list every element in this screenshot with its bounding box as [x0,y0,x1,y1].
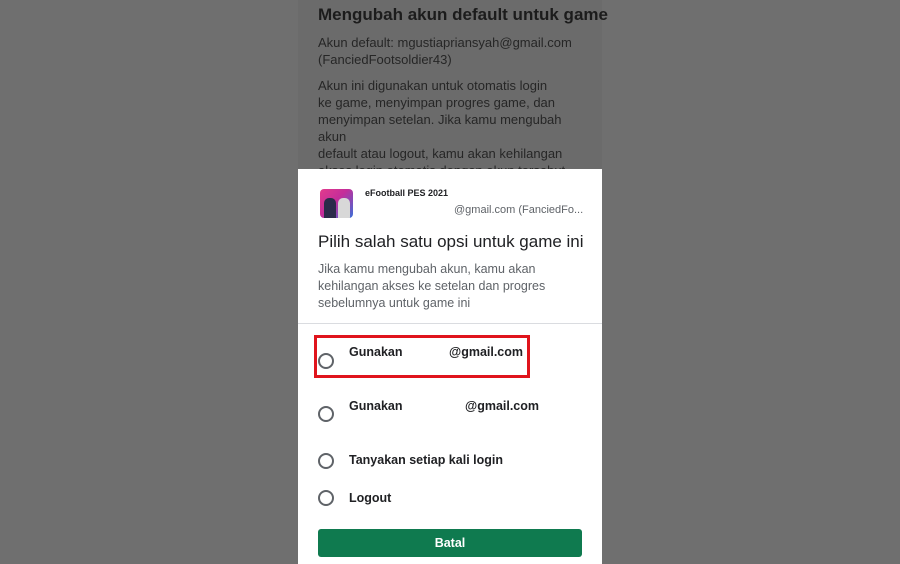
option-label: Logout [349,491,392,505]
option-label: Tanyakan setiap kali login [349,453,503,467]
cancel-button[interactable]: Batal [318,529,582,557]
app-account: @gmail.com (FanciedFo... [454,204,584,216]
dialog-description: Jika kamu mengubah akun, kamu akan kehil… [318,262,546,310]
background-title: Mengubah akun default untuk game [318,5,608,24]
background-description: Akun ini digunakan untuk otomatis login … [318,78,565,169]
option-ask-every-login[interactable]: Tanyakan setiap kali login [314,451,584,481]
option-email: @gmail.com [465,399,540,413]
radio-button-icon[interactable] [318,490,334,506]
option-logout[interactable]: Logout [314,489,584,519]
radio-button-icon[interactable] [318,453,334,469]
app-icon [320,189,353,218]
highlight-annotation-box [314,335,530,378]
option-use-account-2[interactable]: Gunakan @gmail.com [314,398,584,428]
divider [298,323,602,324]
account-choice-dialog: eFootball PES 2021 @gmail.com (FanciedFo… [298,169,602,564]
dialog-title: Pilih salah satu opsi untuk game ini [318,232,584,251]
option-label: Gunakan [349,399,403,413]
background-default-account: Akun default: mgustiapriansyah@gmail.com… [318,35,572,67]
radio-button-icon[interactable] [318,406,334,422]
app-name: eFootball PES 2021 [365,188,449,198]
